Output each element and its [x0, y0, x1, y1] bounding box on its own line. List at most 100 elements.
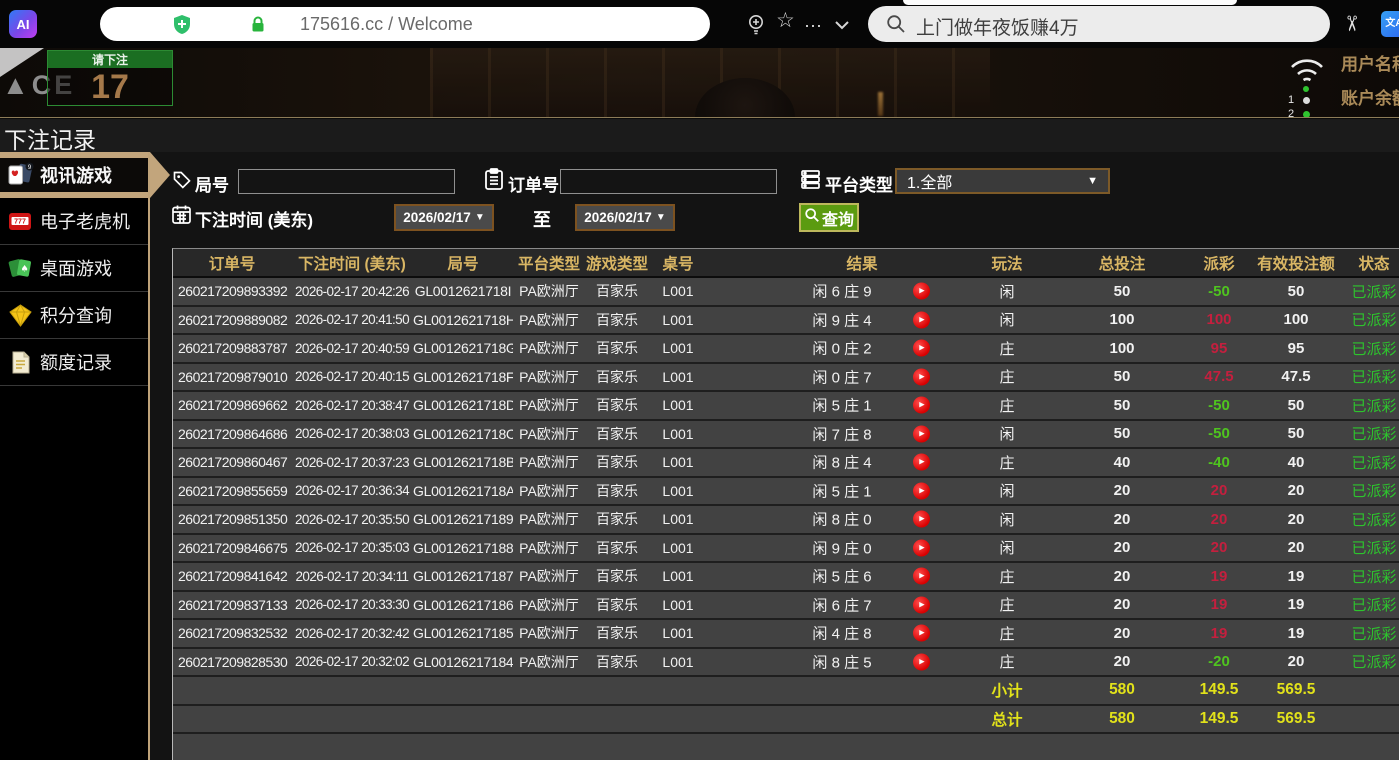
empty-cell [649, 732, 707, 760]
cell-total_bet: 100 [1057, 305, 1187, 335]
summary-total-bet: 580 [1057, 704, 1187, 734]
browser-logo[interactable]: AI [9, 10, 37, 38]
balance-label: 账户余额 [1341, 89, 1399, 108]
column-header-payout: 派彩 [1187, 249, 1251, 278]
round-no-input[interactable] [238, 169, 455, 194]
table-header-row: 订单号 下注时间 (美东) 局号 平台类型 游戏类型 桌号 结果 玩法 总投注 派彩 有效投注额 状态 [173, 249, 1399, 278]
sidebar-item-credit-records[interactable]: 额度记录 [0, 339, 150, 386]
dropdown-arrow-icon: ▼ [1087, 175, 1098, 187]
play-video-button[interactable]: ▶ [913, 396, 930, 414]
sidebar-item-table-games[interactable]: ♠ 桌面游戏 [0, 245, 150, 292]
cell-round_no: GL00126217184 [413, 647, 513, 677]
summary-payout: 149.5 [1187, 675, 1251, 706]
cell-valid_bet: 40 [1251, 447, 1341, 478]
page-title-bar: 下注记录 [0, 119, 1399, 153]
play-video-button[interactable]: ▶ [913, 482, 930, 500]
cell-order_no: 260217209864686 [173, 419, 291, 449]
cell-round_no: GL0012621718B [413, 447, 513, 478]
cell-game_type: 百家乐 [585, 618, 649, 649]
summary-empty-cell [173, 704, 291, 734]
search-input[interactable]: 上门做年夜饭赚4万 [868, 6, 1330, 42]
cell-bet_type: 庄 [957, 647, 1057, 677]
column-header-valid_bet: 有效投注额 [1251, 249, 1341, 278]
cell-bet_time: 2026-02-17 20:33:30 [291, 590, 413, 620]
play-video-button[interactable]: ▶ [913, 339, 930, 357]
url-text: 175616.cc / Welcome [300, 14, 473, 34]
query-button[interactable]: 查询 [799, 203, 859, 232]
cell-payout: 47.5 [1187, 362, 1251, 392]
cell-bet_time: 2026-02-17 20:35:50 [291, 504, 413, 535]
play-video-button[interactable]: ▶ [913, 539, 930, 557]
play-icon: ▶ [919, 344, 925, 352]
play-icon: ▶ [919, 572, 925, 580]
scissors-icon[interactable]: ✂ [1338, 15, 1363, 33]
cell-bet_time: 2026-02-17 20:40:15 [291, 362, 413, 392]
play-icon: ▶ [919, 316, 925, 324]
table-row: 260217209828530 2026-02-17 20:32:02 GL0012… [173, 647, 1399, 677]
table-row: 260217209883787 2026-02-17 20:40:59 GL0012… [173, 333, 1399, 364]
table-row: 260217209841642 2026-02-17 20:34:11 GL0012… [173, 561, 1399, 592]
cell-table_no: L001 [649, 419, 707, 449]
cell-order_no: 260217209846675 [173, 533, 291, 563]
play-video-button[interactable]: ▶ [913, 453, 930, 471]
cell-table_no: L001 [649, 504, 707, 535]
play-video-button[interactable]: ▶ [913, 368, 930, 386]
summary-empty-cell [291, 675, 413, 706]
cell-platform: PA欧洲厅 [513, 618, 585, 649]
cell-bet_type: 闲 [957, 504, 1057, 535]
play-video-button[interactable]: ▶ [913, 624, 930, 642]
cell-game_type: 百家乐 [585, 362, 649, 392]
date-to-value: 2026/02/17 [584, 210, 652, 225]
date-to-select[interactable]: 2026/02/17 ▼ [575, 204, 675, 231]
sidebar: 9 视讯游戏 777 电子老虎机 ♠ 桌面游戏 积分查询 额度记录 [0, 152, 170, 760]
cell-table_no: L001 [649, 362, 707, 392]
play-video-button[interactable]: ▶ [913, 311, 930, 329]
cell-payout: 19 [1187, 618, 1251, 649]
sidebar-item-label: 额度记录 [40, 353, 112, 373]
more-options-icon[interactable]: ⋯ [804, 17, 824, 35]
cell-payout: 95 [1187, 333, 1251, 364]
cell-platform: PA欧洲厅 [513, 305, 585, 335]
cell-order_no: 260217209860467 [173, 447, 291, 478]
play-video-button[interactable]: ▶ [913, 653, 930, 671]
address-bar[interactable]: 175616.cc / Welcome [100, 7, 710, 41]
chevron-down-icon[interactable] [834, 17, 850, 35]
play-video-button[interactable]: ▶ [913, 425, 930, 443]
cell-game_type: 百家乐 [585, 504, 649, 535]
result-text: 闲 8 庄 4 [812, 454, 872, 472]
summary-empty-cell [173, 675, 291, 706]
play-video-button[interactable]: ▶ [913, 567, 930, 585]
cell-game_type: 百家乐 [585, 305, 649, 335]
sidebar-item-slots[interactable]: 777 电子老虎机 [0, 198, 150, 245]
bookmark-star-icon[interactable]: ☆ [776, 10, 795, 31]
lock-icon[interactable] [250, 16, 266, 38]
sidebar-item-points[interactable]: 积分查询 [0, 292, 150, 339]
sidebar-item-video-games[interactable]: 9 视讯游戏 [0, 152, 170, 198]
platform-type-select[interactable]: 1.全部 ▼ [895, 168, 1110, 194]
result-text: 闲 6 庄 9 [812, 283, 872, 301]
play-icon: ▶ [919, 373, 925, 381]
play-video-button[interactable]: ▶ [913, 282, 930, 300]
result-text: 闲 8 庄 0 [812, 511, 872, 529]
play-video-button[interactable]: ▶ [913, 510, 930, 528]
table-row: 260217209832532 2026-02-17 20:32:42 GL0012… [173, 618, 1399, 649]
video-games-cards-icon: 9 [7, 162, 34, 189]
play-icon: ▶ [919, 287, 925, 295]
cell-round_no: GL0012621718H [413, 305, 513, 335]
order-no-input[interactable] [560, 169, 777, 194]
translate-icon[interactable]: 文A [1381, 11, 1399, 37]
play-video-button[interactable]: ▶ [913, 596, 930, 614]
cell-total_bet: 20 [1057, 618, 1187, 649]
cell-bet_time: 2026-02-17 20:32:42 [291, 618, 413, 649]
idea-icon[interactable] [746, 14, 766, 41]
clipboard-icon [484, 168, 504, 196]
shield-plus-icon[interactable] [172, 14, 192, 40]
cell-status: 已派彩 [1341, 647, 1399, 677]
page: AI 175616.cc / Welcome ☆ ⋯ 上门做年夜饭赚4万 ✂ 文… [0, 0, 1399, 760]
marker-1-dot [1303, 97, 1310, 104]
cell-table_no: L001 [649, 447, 707, 478]
table-row: 260217209864686 2026-02-17 20:38:03 GL0012… [173, 419, 1399, 449]
play-icon: ▶ [919, 401, 925, 409]
magnifier-icon [804, 207, 820, 228]
date-from-select[interactable]: 2026/02/17 ▼ [394, 204, 494, 231]
